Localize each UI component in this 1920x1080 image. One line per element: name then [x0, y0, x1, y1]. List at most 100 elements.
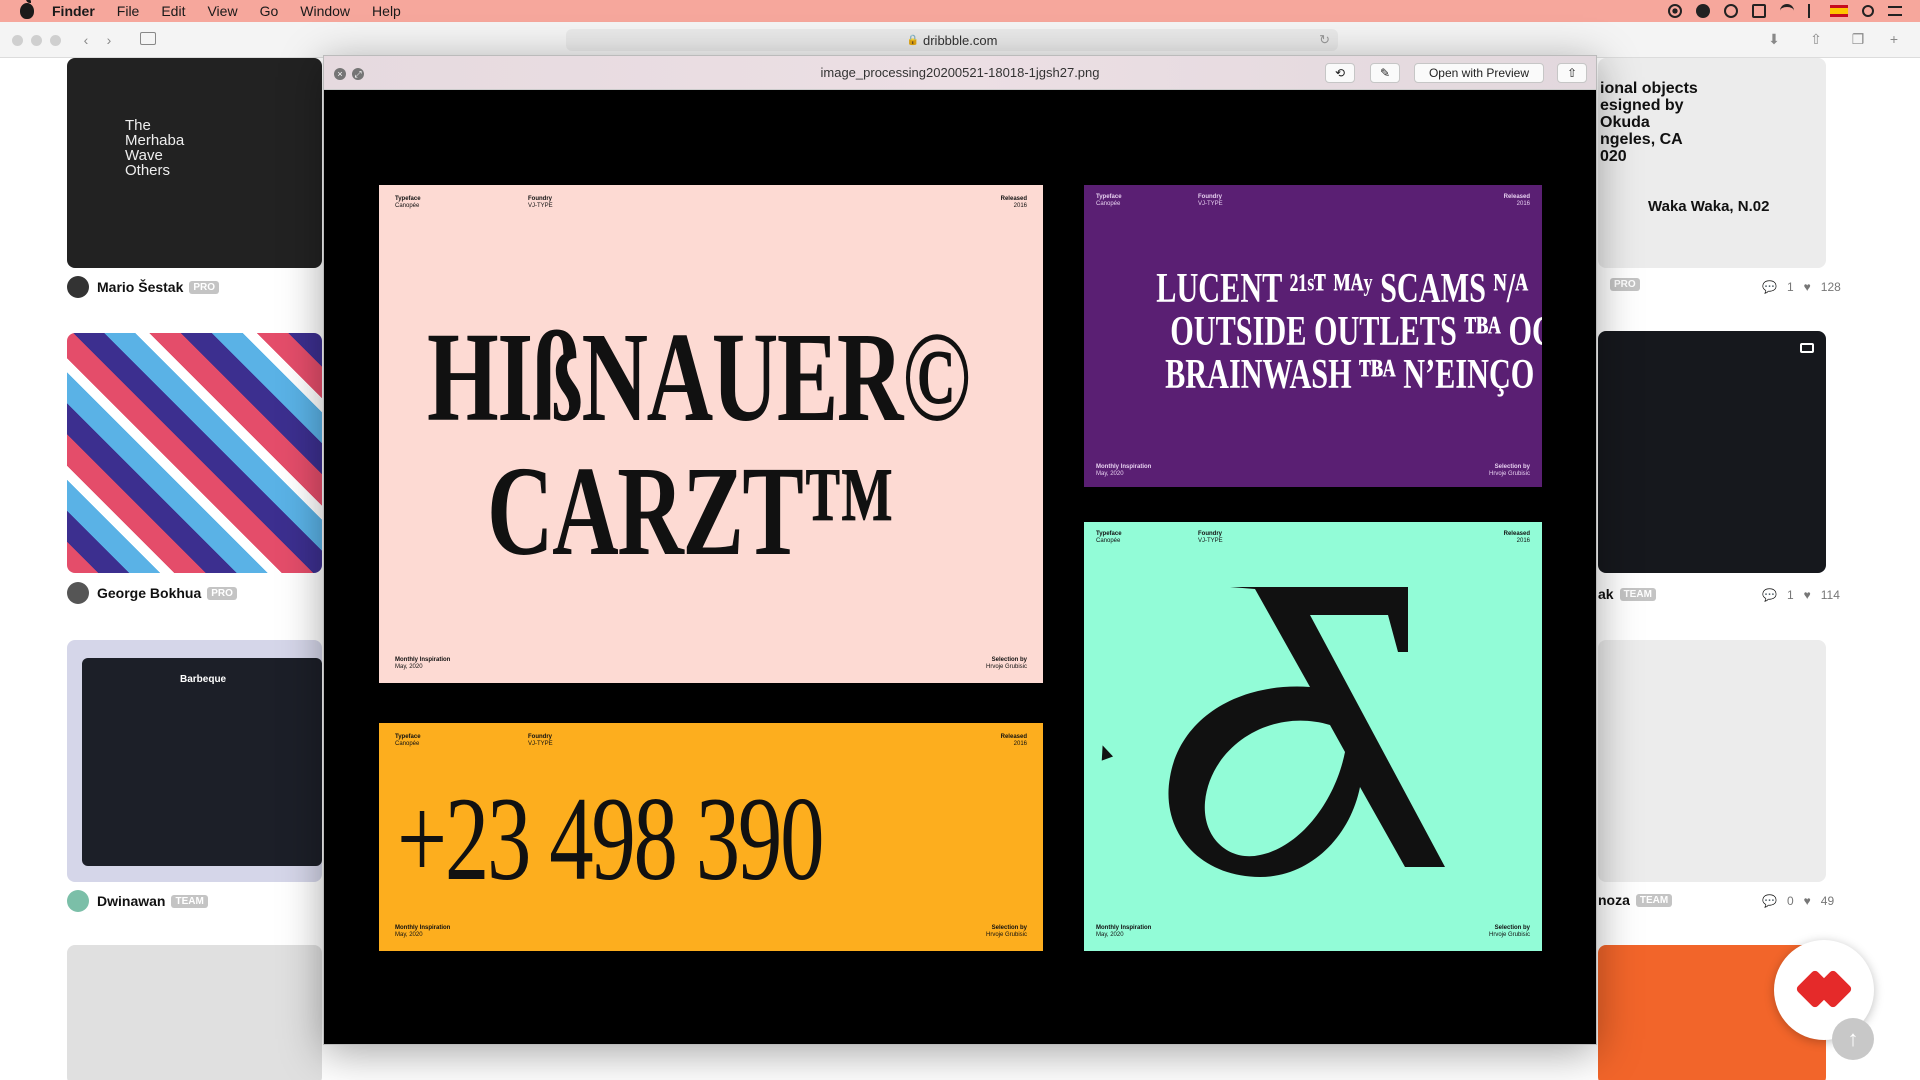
meta-monthly: Monthly Inspiration May, 2020: [395, 657, 451, 670]
meta-released: Released 2016: [1503, 531, 1530, 544]
input-source-flag-icon[interactable]: [1830, 5, 1848, 17]
comment-icon: 💬: [1762, 280, 1777, 294]
specimen-number: +23 498 390: [397, 772, 824, 905]
menu-bar: Finder File Edit View Go Window Help: [0, 0, 1920, 22]
meta-released: Released 2016: [1503, 194, 1530, 207]
specimen-card-pink: Typeface Canopée Foundry VJ-TYPE Released 2…: [379, 185, 1043, 683]
meta-foundry: Foundry VJ-TYPE: [528, 734, 553, 747]
meta-typeface: Typeface Canopée: [395, 734, 421, 747]
display-icon[interactable]: [1752, 4, 1766, 18]
zoom-window-icon[interactable]: [50, 35, 61, 46]
bluetooth-icon[interactable]: [1808, 4, 1816, 18]
meta-foundry: Foundry VJ-TYPE: [1198, 194, 1223, 207]
spotlight-search-icon[interactable]: [1862, 5, 1874, 17]
meta-monthly: Monthly Inspiration May, 2020: [1096, 464, 1152, 477]
shot-thumbnail[interactable]: [1598, 640, 1826, 882]
like-count: 114: [1820, 588, 1840, 602]
comment-count: 1: [1786, 588, 1794, 602]
team-badge: TEAM: [1635, 893, 1673, 907]
specimen-card-orange: Typeface Canopée Foundry VJ-TYPE Released 2…: [379, 723, 1043, 951]
meta-foundry: Foundry VJ-TYPE: [1198, 531, 1223, 544]
forward-arrow-icon[interactable]: ›: [98, 31, 120, 49]
screen-record-icon[interactable]: [1668, 4, 1682, 18]
shot-stats: 💬 0 ♥ 49: [1762, 894, 1834, 908]
comment-count: 1: [1786, 280, 1794, 294]
shot-author[interactable]: PRO: [1604, 278, 1640, 291]
shot-thumbnail[interactable]: The Merhaba Wave Others: [67, 58, 322, 268]
wifi-icon[interactable]: [1780, 4, 1794, 18]
apple-icon[interactable]: [20, 0, 34, 19]
back-arrow-icon[interactable]: ‹: [75, 31, 97, 49]
download-icon[interactable]: ⬇: [1766, 31, 1782, 47]
status-area: [1668, 0, 1902, 22]
menu-file[interactable]: File: [117, 3, 140, 19]
notification-center-icon[interactable]: [1888, 6, 1902, 16]
heart-icon[interactable]: ♥: [1804, 588, 1811, 602]
heart-icon[interactable]: ♥: [1804, 280, 1811, 294]
shot-stats: 💬 1 ♥ 128: [1762, 280, 1841, 294]
author-name: noza: [1598, 892, 1630, 908]
avatar: [67, 582, 89, 604]
author-name: Mario Šestak: [97, 279, 184, 295]
specimen-text-line3: BRAINWASH ᵀᴮᴬ N’EINÇO ²:³⁰: [1165, 352, 1542, 398]
scroll-to-top-icon[interactable]: ↑: [1832, 1018, 1874, 1060]
shot-thumbnail[interactable]: [67, 945, 322, 1080]
author-name: George Bokhua: [97, 585, 202, 601]
shot-author[interactable]: Mario Šestak PRO: [67, 276, 220, 298]
tabs-overview-icon[interactable]: ❐: [1850, 31, 1866, 47]
glyph-specimen-icon: [1168, 587, 1445, 877]
markup-button[interactable]: ✎: [1370, 63, 1400, 83]
meta-foundry: Foundry VJ-TYPE: [528, 196, 553, 209]
sidebar-toggle-icon[interactable]: [140, 32, 156, 45]
sync-icon[interactable]: [1724, 4, 1738, 18]
shot-author[interactable]: Dwinawan TEAM: [67, 890, 208, 912]
meta-selection: Selection by Hrvoje Grubisic: [985, 657, 1027, 670]
shot-thumbnail[interactable]: [1598, 331, 1826, 573]
shot-thumbnail[interactable]: ional objects esigned by Okuda ngeles, C…: [1598, 58, 1826, 268]
team-badge: TEAM: [171, 894, 208, 908]
dribbble-logo-icon: [1799, 975, 1849, 1005]
address-bar[interactable]: 🔒 dribbble.com ↻: [566, 29, 1338, 51]
meta-typeface: Typeface Canopée: [1096, 194, 1122, 207]
specimen-text-line2: OUTSIDE OUTLETS ᵀᴮᴬ OG@14: [1170, 309, 1542, 355]
new-tab-icon[interactable]: +: [1886, 31, 1902, 47]
fullscreen-icon[interactable]: ⤢: [352, 68, 364, 80]
menu-help[interactable]: Help: [372, 3, 401, 19]
pro-badge: PRO: [189, 280, 220, 294]
close-icon[interactable]: ×: [334, 68, 346, 80]
reload-icon[interactable]: ↻: [1319, 32, 1330, 48]
creative-cloud-icon[interactable]: [1696, 4, 1710, 18]
shot-thumbnail[interactable]: [67, 333, 322, 573]
shot-author[interactable]: noza TEAM: [1598, 892, 1673, 908]
shot-title-text: ional objects esigned by Okuda ngeles, C…: [1600, 80, 1698, 165]
comment-count: 0: [1786, 894, 1794, 908]
specimen-card-mint: Typeface Canopée Foundry VJ-TYPE Released 2…: [1084, 522, 1542, 951]
close-window-icon[interactable]: [12, 35, 23, 46]
rotate-button[interactable]: ⟲: [1325, 63, 1355, 83]
shot-thumbnail[interactable]: Barbeque: [67, 640, 322, 882]
author-name: Dwinawan: [97, 893, 166, 909]
markup-pen-icon: ✎: [1379, 66, 1391, 80]
share-icon[interactable]: ⇧: [1808, 31, 1824, 47]
specimen-text-line1: HIßNAUER©: [427, 306, 971, 448]
menu-go[interactable]: Go: [260, 3, 279, 19]
comment-icon: 💬: [1762, 588, 1777, 602]
minimize-window-icon[interactable]: [31, 35, 42, 46]
menu-view[interactable]: View: [207, 3, 237, 19]
shot-caption: Waka Waka, N.02: [1648, 198, 1770, 215]
shot-title-text: The Merhaba Wave Others: [125, 117, 185, 179]
mockup-title: Barbeque: [180, 674, 227, 685]
shot-author[interactable]: ak TEAM: [1598, 586, 1656, 602]
team-badge: TEAM: [1619, 587, 1656, 601]
menu-app-finder[interactable]: Finder: [52, 3, 95, 19]
meta-monthly: Monthly Inspiration May, 2020: [395, 925, 451, 938]
heart-icon[interactable]: ♥: [1804, 894, 1811, 908]
share-button[interactable]: ⇧: [1557, 63, 1587, 83]
video-icon: [1800, 343, 1814, 353]
share-icon: ⇧: [1566, 66, 1578, 80]
shot-author[interactable]: George Bokhua PRO: [67, 582, 237, 604]
browser-toolbar: ‹ › 🔒 dribbble.com ↻ ⬇ ⇧ ❐ +: [0, 22, 1920, 58]
menu-edit[interactable]: Edit: [161, 3, 185, 19]
menu-window[interactable]: Window: [300, 3, 350, 19]
open-with-preview-button[interactable]: Open with Preview: [1414, 63, 1544, 83]
